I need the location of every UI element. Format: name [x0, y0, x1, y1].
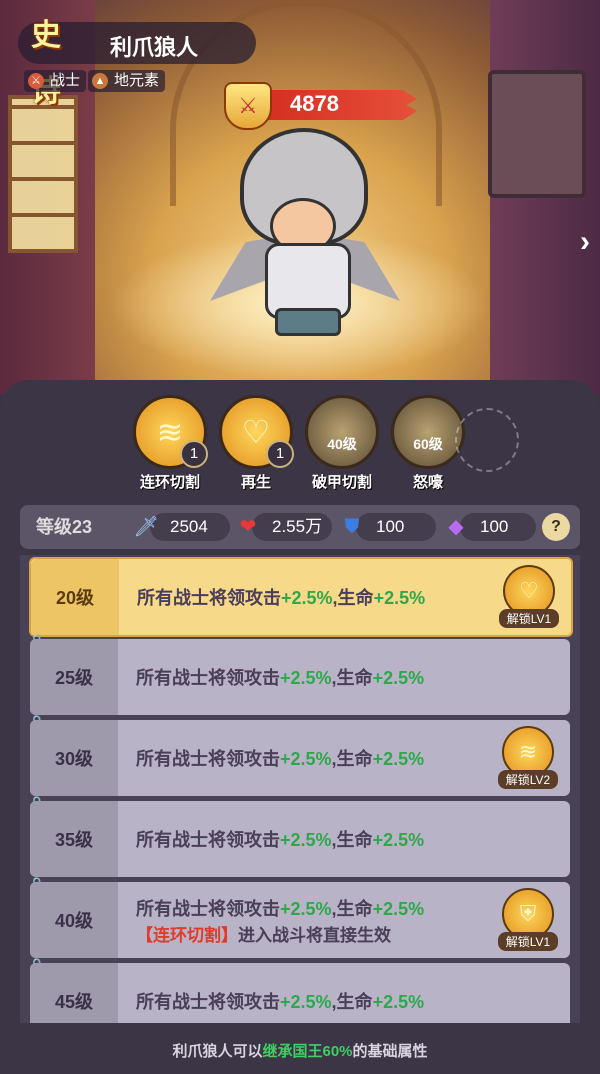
list-item[interactable]: 🔒 40级 所有战士将领攻击+2.5%,生命+2.5% 【连环切割】进入战斗将直… — [28, 876, 570, 958]
earth-element-icon: ▲ — [92, 73, 108, 89]
row-level: 40级 — [30, 882, 118, 958]
skill-slot-3[interactable]: 40级 破甲切割 — [300, 395, 384, 492]
rarity-badge: 史诗 — [31, 19, 61, 108]
defense-value: 100 — [376, 517, 405, 536]
skill-level-badge: 1 — [180, 440, 208, 468]
armor-break-icon: 40级 — [305, 395, 379, 469]
unlock-label: 解锁LV2 — [498, 770, 558, 789]
shelf — [488, 70, 586, 198]
skill-unlock-level: 60级 — [413, 436, 443, 452]
list-item[interactable]: 🔒 35级 所有战士将领攻击+2.5%,生命+2.5% — [28, 795, 570, 877]
skill-slot-2[interactable]: ♡ 1 再生 — [214, 395, 298, 492]
skill-name: 破甲切割 — [311, 474, 372, 491]
list-item[interactable]: 🔒 30级 所有战士将领攻击+2.5%,生命+2.5% ≋ 解锁LV2 — [28, 714, 570, 796]
row-level: 45级 — [30, 963, 118, 1023]
row-description: 所有战士将领攻击+2.5%,生命+2.5% — [136, 668, 425, 688]
next-hero-arrow-icon[interactable]: › — [580, 225, 590, 259]
row-level: 30级 — [30, 720, 118, 796]
skill-level-badge: 1 — [266, 440, 294, 468]
list-item[interactable]: 20级 所有战士将领攻击+2.5%,生命+2.5% ♡ 解锁LV1 — [29, 557, 573, 637]
attack-value: 2504 — [170, 517, 208, 536]
heart-icon: ♡ 1 — [219, 395, 294, 469]
row-description: 所有战士将领攻击+2.5%,生命+2.5% 【连环切割】进入战斗将直接生效 — [136, 898, 425, 945]
skill-name: 再生 — [240, 474, 271, 491]
list-item[interactable]: 🔒 25级 所有战士将领攻击+2.5%,生命+2.5% — [28, 633, 570, 715]
row-description: 所有战士将领攻击+2.5%,生命+2.5% — [136, 992, 425, 1012]
row-description: 所有战士将领攻击+2.5%,生命+2.5% — [136, 749, 425, 769]
row-level: 35级 — [30, 801, 118, 877]
unlock-reward[interactable]: ⛨ 解锁LV1 — [498, 888, 558, 952]
hero-legs — [275, 308, 341, 336]
help-button[interactable]: ? — [542, 513, 570, 541]
element-label: 地元素 — [114, 72, 160, 89]
stats-bar: 等级23 🗡 2504 ❤ 2.55万 ⛊ 100 ◆ 100 ? — [20, 505, 580, 549]
skill-name: 怒嚎 — [412, 474, 443, 491]
magic-stat: ◆ 100 — [440, 513, 540, 541]
list-item[interactable]: 🔒 45级 所有战士将领攻击+2.5%,生命+2.5% — [28, 957, 570, 1023]
class-label: 战士 — [50, 72, 81, 89]
empty-skill-slot-sparkle-icon — [455, 408, 519, 472]
magic-value: 100 — [480, 517, 509, 536]
attack-stat: 🗡 2504 — [130, 513, 230, 541]
health-value: 2.55万 — [272, 517, 323, 536]
howl-icon: 60级 — [391, 395, 465, 469]
sword-icon: ⚔ — [28, 73, 44, 89]
hero-character[interactable] — [210, 128, 400, 336]
level-bonus-list[interactable]: 20级 所有战士将领攻击+2.5%,生命+2.5% ♡ 解锁LV1 🔒 25级 … — [20, 555, 580, 1023]
defense-stat: ⛊ 100 — [336, 513, 436, 541]
unlock-reward[interactable]: ♡ 解锁LV1 — [499, 565, 559, 629]
element-tag[interactable]: ▲ 地元素 — [88, 70, 166, 92]
crystal-icon: ◆ — [448, 516, 464, 538]
row-level: 25级 — [30, 639, 118, 715]
unlock-label: 解锁LV1 — [498, 932, 558, 951]
hero-name: 利爪狼人 — [110, 35, 199, 60]
level-label: 等级23 — [36, 517, 93, 537]
inheritance-note: 利爪狼人可以继承国王60%的基础属性 — [172, 1043, 428, 1060]
shield-icon: ⛊ — [344, 516, 360, 538]
skill-unlock-level: 40级 — [327, 436, 357, 452]
claw-slash-icon: ≋ 1 — [133, 395, 208, 469]
skill-slot-1[interactable]: ≋ 1 连环切割 — [128, 395, 212, 492]
power-value: 4878 — [290, 91, 339, 116]
row-description: 所有战士将领攻击+2.5%,生命+2.5% — [137, 588, 426, 608]
skill-tag: 【连环切割】 — [136, 925, 238, 945]
heart-icon: ❤ — [239, 516, 257, 538]
skill-name: 连环切割 — [139, 474, 200, 491]
row-level: 20级 — [31, 559, 119, 635]
health-stat: ❤ 2.55万 — [232, 513, 332, 541]
row-description: 所有战士将领攻击+2.5%,生命+2.5% — [136, 830, 425, 850]
sword-icon: 🗡 — [133, 516, 159, 538]
unlock-label: 解锁LV1 — [499, 609, 559, 628]
unlock-reward[interactable]: ≋ 解锁LV2 — [498, 726, 558, 790]
power-shield-icon: ⚔ — [224, 82, 272, 130]
power-indicator: ⚔ 4878 — [222, 82, 422, 130]
class-tag[interactable]: ⚔ 战士 — [24, 70, 87, 92]
